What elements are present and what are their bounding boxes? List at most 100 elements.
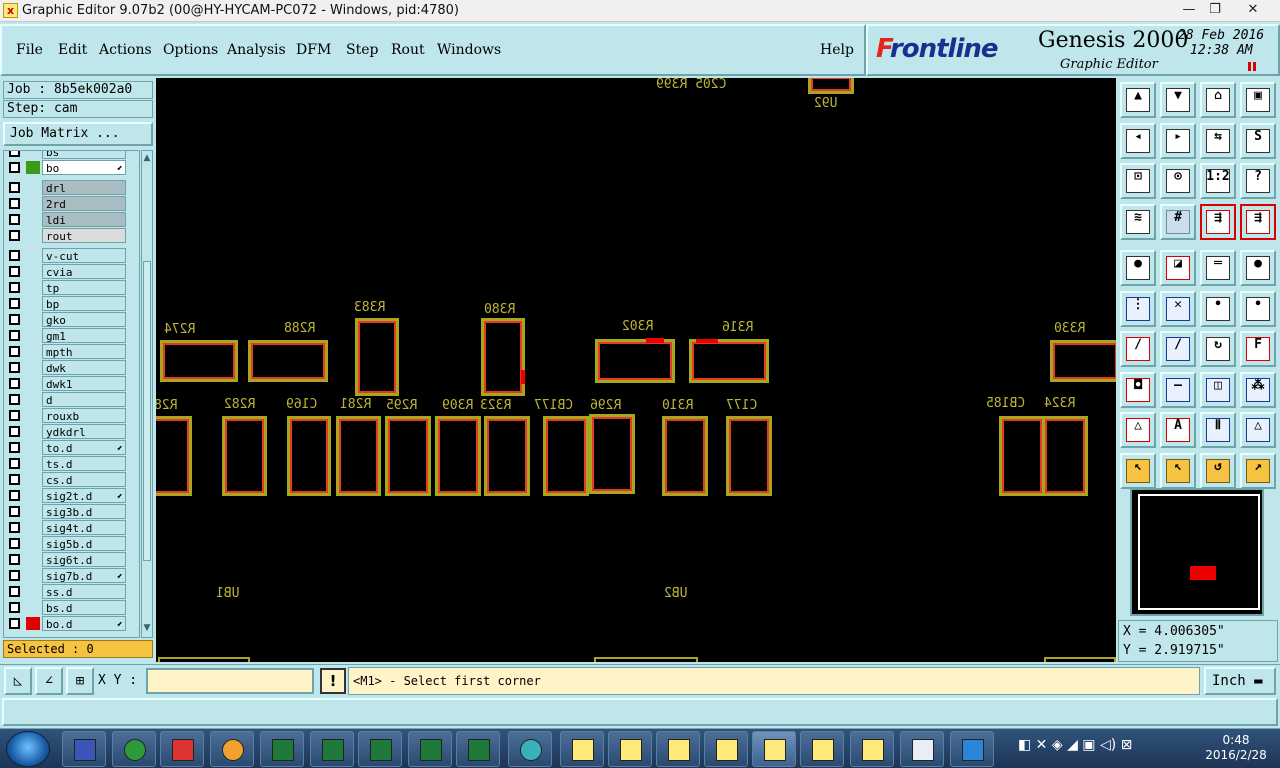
layer-checkbox[interactable] (9, 602, 20, 613)
grid-button[interactable]: # (1160, 203, 1196, 240)
layer-checkbox[interactable] (9, 442, 20, 453)
move-up-button[interactable]: ▲ (1120, 82, 1156, 118)
layer-checkbox[interactable] (9, 230, 20, 241)
layer-checkbox[interactable] (9, 378, 20, 389)
line-point-button[interactable]: • (1200, 290, 1236, 327)
taskbar-genesis-1[interactable] (560, 731, 604, 767)
scroll-down-icon[interactable]: ▼ (142, 623, 152, 635)
pad-r383[interactable] (355, 318, 399, 396)
layer-row[interactable]: sig2t.d ⬋ (6, 488, 126, 503)
pad-r324[interactable] (1042, 416, 1088, 496)
layer-name[interactable]: bp (42, 296, 126, 311)
layer-row[interactable]: dwk1 (6, 376, 126, 391)
layer-checkbox[interactable] (9, 410, 20, 421)
frame-button[interactable]: ▣ (1240, 82, 1276, 118)
layer-checkbox[interactable] (9, 426, 20, 437)
taskbar-genesis-6[interactable] (800, 731, 844, 767)
layer-checkbox[interactable] (9, 538, 20, 549)
taskbar-genesis-5[interactable] (752, 731, 796, 767)
layer-name[interactable]: d (42, 392, 126, 407)
layer-checkbox[interactable] (9, 214, 20, 225)
cross-button[interactable]: ✕ (1160, 290, 1196, 327)
pad-r323[interactable] (484, 416, 530, 496)
fit-button[interactable]: ⊡ (1120, 163, 1156, 199)
taskbar-floppy[interactable] (62, 731, 106, 767)
layer-name[interactable]: ss.d (42, 584, 126, 599)
layer-checkbox[interactable] (9, 618, 20, 629)
layer-name[interactable]: sig2t.d ⬋ (42, 488, 126, 503)
pad-c169[interactable] (287, 416, 331, 496)
maximize-button[interactable]: ❐ (1202, 0, 1228, 20)
taskbar-genesis-4[interactable] (704, 731, 748, 767)
triangle-arch-button[interactable]: Ⅱ (1200, 412, 1236, 448)
measure-button[interactable]: ∕ (1120, 331, 1156, 367)
taskbar-excel-3[interactable] (358, 731, 402, 767)
layer-name[interactable]: gko (42, 312, 126, 327)
pointer-route-button[interactable]: ↗ (1240, 452, 1276, 489)
layer-checkbox[interactable] (9, 570, 20, 581)
start-button[interactable] (6, 731, 50, 767)
layer-row[interactable]: sig3b.d (6, 504, 126, 519)
layer-row[interactable]: sig4t.d (6, 520, 126, 535)
layer-checkbox[interactable] (9, 162, 20, 173)
grid-snap-icon[interactable]: ⊞ (66, 667, 94, 695)
layer-row[interactable]: ts.d (6, 456, 126, 471)
menu-step[interactable]: Step (346, 42, 378, 58)
menu-edit[interactable]: Edit (58, 42, 87, 58)
taskbar-clock[interactable]: 0:48 2016/2/28 (1196, 733, 1276, 763)
overview-map[interactable] (1130, 488, 1264, 616)
scroll-up-icon[interactable]: ▲ (142, 153, 152, 165)
layer-checkbox[interactable] (9, 182, 20, 193)
layer-row[interactable]: bs (6, 151, 126, 159)
layer-name[interactable]: v-cut (42, 248, 126, 263)
layer-name[interactable]: rout (42, 228, 126, 243)
layer-checkbox[interactable] (9, 282, 20, 293)
layer-name[interactable]: rouxb (42, 408, 126, 423)
layer-name[interactable]: ldi (42, 212, 126, 227)
pointer-button[interactable]: ↖ (1120, 452, 1156, 489)
layer-checkbox[interactable] (9, 151, 20, 157)
menu-analysis[interactable]: Analysis (227, 42, 286, 58)
layer-name[interactable]: ts.d (42, 456, 126, 471)
menu-actions[interactable]: Actions (99, 42, 152, 58)
pad-r296[interactable] (589, 414, 635, 494)
layer-name[interactable]: bs (42, 151, 126, 159)
layer-checkbox[interactable] (9, 586, 20, 597)
pad-r274[interactable] (160, 340, 238, 382)
layer-checkbox[interactable] (9, 198, 20, 209)
layers-link-button[interactable]: ⇶ (1200, 203, 1236, 240)
home-button[interactable]: ⌂ (1200, 82, 1236, 118)
pad-bottom-2[interactable] (594, 657, 698, 662)
taskbar-excel-2[interactable] (310, 731, 354, 767)
overview-viewport[interactable] (1190, 566, 1216, 580)
polygon-button[interactable]: ◪ (1160, 250, 1196, 286)
graphic-canvas[interactable]: C205 R399 U92 R274 R288 R383 R380 R302 R… (156, 78, 1116, 662)
dash-button[interactable]: — (1160, 371, 1196, 408)
help-query-button[interactable]: ? (1240, 163, 1276, 199)
move-down-button[interactable]: ▼ (1160, 82, 1196, 118)
menu-dfm[interactable]: DFM (296, 42, 331, 58)
taskbar-frontline[interactable] (950, 731, 994, 767)
layer-row[interactable]: sig5b.d (6, 536, 126, 551)
taskbar-excel-5[interactable] (456, 731, 500, 767)
menu-file[interactable]: File (16, 42, 43, 58)
circle-fill-button[interactable]: ● (1240, 250, 1276, 286)
pause-icon[interactable] (1248, 62, 1256, 71)
taskbar-excel-1[interactable] (260, 731, 304, 767)
s-curve-button[interactable]: S (1240, 122, 1276, 159)
layer-name[interactable]: to.d ⬋ (42, 440, 126, 455)
pad-c177[interactable] (726, 416, 772, 496)
pan-left-button[interactable]: ◂ (1120, 122, 1156, 159)
layer-row[interactable]: ydkdrl (6, 424, 126, 439)
pad-r310[interactable] (662, 416, 708, 496)
layer-row[interactable]: sig7b.d ⬋ (6, 568, 126, 583)
layer-name[interactable]: tp (42, 280, 126, 295)
layer-name[interactable]: dwk (42, 360, 126, 375)
layer-name[interactable]: sig4t.d (42, 520, 126, 535)
taskbar-eye-app[interactable] (508, 731, 552, 767)
layer-row[interactable]: mpth (6, 344, 126, 359)
pad-r288[interactable] (248, 340, 328, 382)
pad-r330[interactable] (1050, 340, 1116, 382)
layer-checkbox[interactable] (9, 474, 20, 485)
layer-checkbox[interactable] (9, 490, 20, 501)
